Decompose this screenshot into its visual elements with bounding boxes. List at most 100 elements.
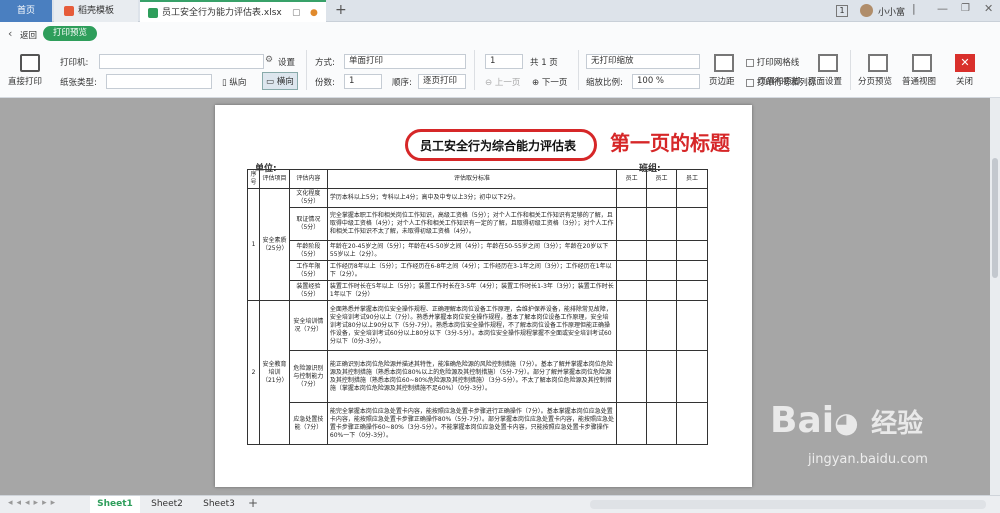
next-arrow-icon: ⊕ [532, 78, 540, 88]
landscape-icon: ▭ [266, 77, 275, 87]
restore-icon[interactable]: ❐ [961, 3, 970, 14]
print-gridlines-checkbox[interactable]: 打印网格线 [746, 56, 799, 68]
page-title: 员工安全行为综合能力评估表 [420, 139, 577, 153]
sheet-tab-bar: ◂◂◂▸▸▸ Sheet1 Sheet2 Sheet3 + [0, 495, 1000, 513]
order-select[interactable]: 逐页打印 [418, 74, 466, 89]
checkbox-icon [746, 78, 754, 87]
sheet-nav-icons[interactable]: ◂◂◂▸▸▸ [8, 498, 59, 508]
col-header: 评估取分标准 [326, 169, 618, 189]
item-cell: 安全素质（25分） [258, 188, 290, 301]
mode-select[interactable]: 单面打印 [344, 54, 466, 69]
print-page: 员工安全行为综合能力评估表 第一页的标题 单位: 班组: 序号 评估项目 评估内… [215, 105, 752, 487]
item-cell: 安全教育培训（21分） [258, 300, 290, 445]
zoom-label: 缩放比例: [586, 78, 623, 88]
window-badge: 1 [836, 5, 848, 17]
col-header: 评估内容 [288, 169, 328, 189]
printer-label: 打印机: [60, 58, 89, 68]
col-header: 序号 [247, 169, 260, 189]
table-row: 年龄阶段（5分） 年龄在20-45岁之间（5分）；年龄在45-50岁之间（4分）… [248, 240, 708, 261]
vertical-scrollbar[interactable] [990, 98, 1000, 495]
page-setup-icon[interactable] [818, 54, 838, 72]
portrait-button[interactable]: ▯ 纵向 [222, 76, 246, 88]
printer-icon[interactable] [20, 54, 40, 72]
header-footer-button[interactable]: 页眉和页脚 [758, 75, 801, 87]
page-preview-icon[interactable] [868, 54, 888, 72]
page-setup-button[interactable]: 页面设置 [808, 75, 842, 87]
add-sheet-button[interactable]: + [248, 496, 258, 510]
standard-cell: 完全掌握本职工作和相关岗位工作知识，高级工资格（5分）；对个人工作和相关工作知识… [326, 207, 618, 241]
paper-type-label: 纸张类型: [60, 78, 97, 88]
table-row: 1 安全素质（25分） 文化程度（5分） 学历本科以上5分；专科以上4分；高中及… [247, 188, 708, 301]
prev-page-button[interactable]: ⊖ 上一页 [485, 76, 520, 88]
close-preview-button[interactable]: 关闭 [956, 75, 973, 87]
next-page-button[interactable]: ⊕ 下一页 [532, 76, 567, 88]
normal-view-icon[interactable] [912, 54, 932, 72]
window-close-icon[interactable]: ✕ [984, 2, 993, 15]
prev-arrow-icon: ⊖ [485, 78, 493, 88]
sheet-tab-1[interactable]: Sheet1 [90, 496, 140, 513]
preview-canvas: 员工安全行为综合能力评估表 第一页的标题 单位: 班组: 序号 评估项目 评估内… [0, 98, 1000, 495]
paper-type-select[interactable] [106, 74, 212, 89]
table-row: 取证情况（5分） 完全掌握本职工作和相关岗位工作知识，高级工资格（5分）；对个人… [248, 207, 708, 241]
scale-select[interactable]: 无打印缩放 [586, 54, 700, 69]
tab-close-icon[interactable]: ▢ [292, 2, 301, 24]
margins-icon[interactable] [714, 54, 734, 72]
unsaved-dot-icon: ● [310, 8, 318, 18]
spreadsheet-icon [148, 7, 158, 18]
tab-document[interactable]: 员工安全行为能力评估表.xlsx ▢ ● [140, 0, 326, 22]
divider [474, 50, 475, 90]
standard-cell: 年龄在20-45岁之间（5分）；年龄在45-50岁之间（4分）；年龄在50-55… [326, 240, 618, 261]
docer-icon [64, 5, 74, 16]
tab-home[interactable]: 首页 [0, 0, 52, 22]
user-name[interactable]: 小小富 [878, 5, 905, 18]
content-cell: 文化程度（5分） [288, 188, 328, 208]
content-cell: 年龄阶段（5分） [288, 240, 328, 261]
sheet-tab-2[interactable]: Sheet2 [142, 496, 192, 513]
landscape-button[interactable]: ▭ 横向 [262, 72, 298, 90]
content-cell: 危险源识别与控制能力（7分） [288, 350, 328, 403]
content-cell: 装置经验（5分） [288, 280, 328, 301]
content-cell: 取证情况（5分） [288, 207, 328, 241]
table-row: 工作年限（5分） 工作经历8年以上（5分）；工作经历在6-8年之间（4分）；工作… [248, 260, 708, 281]
next-page-label: 下一页 [541, 78, 568, 88]
back-arrow-icon[interactable]: ‹ [8, 27, 12, 40]
standard-cell: 全面熟悉并掌握本岗位安全操作规程、正确理解本岗位设备工作原理，会维护保养设备，能… [326, 300, 618, 351]
sheet-tab-3[interactable]: Sheet3 [194, 496, 244, 513]
page-input[interactable]: 1 [485, 54, 523, 69]
printer-select[interactable] [99, 54, 264, 69]
content-cell: 应急处置技能（7分） [288, 402, 328, 445]
close-preview-icon[interactable]: ✕ [955, 54, 975, 72]
paw-icon: ◕ [834, 406, 859, 439]
zoom-select[interactable]: 100 % [632, 74, 700, 89]
print-preview-badge: 打印预览 [43, 26, 97, 41]
row-number: 2 [247, 300, 260, 445]
tab-template[interactable]: 稻壳模板 [54, 0, 138, 22]
new-tab-button[interactable]: + [335, 2, 347, 18]
direct-print-button[interactable]: 直接打印 [8, 75, 42, 87]
normal-view-button[interactable]: 普通视图 [902, 75, 936, 87]
col-header: 员工 [646, 169, 678, 189]
row-number: 1 [247, 188, 260, 301]
landscape-label: 横向 [276, 77, 294, 87]
checkbox-icon [746, 58, 754, 67]
margins-button[interactable]: 页边距 [709, 75, 735, 87]
scroll-thumb[interactable] [992, 158, 998, 278]
divider [578, 50, 579, 90]
back-button[interactable]: 返回 [20, 29, 37, 41]
horizontal-scrollbar[interactable] [590, 500, 986, 509]
minimize-icon[interactable]: — [937, 2, 948, 15]
content-cell: 安全培训情况（7分） [288, 300, 328, 351]
page-preview-button[interactable]: 分页预览 [858, 75, 892, 87]
title-annotation: 第一页的标题 [610, 131, 730, 155]
standard-cell: 装置工作时长在5年以上（5分）；装置工作时长在3-5年（4分）；装置工作时长1-… [326, 280, 618, 301]
avatar[interactable] [860, 4, 873, 17]
settings-button[interactable]: 设置 [278, 56, 295, 68]
mode-label: 方式: [315, 58, 335, 68]
copies-input[interactable]: 1 [344, 74, 382, 89]
standard-cell: 能完全掌握本岗位应急处置卡内容，能按照应急处置卡步骤进行正确操作（7分）。基本掌… [326, 402, 618, 445]
watermark-logo: Bai◕ 经验 [770, 400, 923, 441]
evaluation-table: 序号 评估项目 评估内容 评估取分标准 员工 员工 员工 1 安全素质（25分）… [247, 169, 708, 445]
content-cell: 工作年限（5分） [288, 260, 328, 281]
print-ribbon: ‹ 返回 打印预览 直接打印 打印机: ⚙ 设置 纸张类型: ▯ 纵向 ▭ 横向… [0, 22, 1000, 98]
gear-icon[interactable]: ⚙ [265, 55, 273, 65]
